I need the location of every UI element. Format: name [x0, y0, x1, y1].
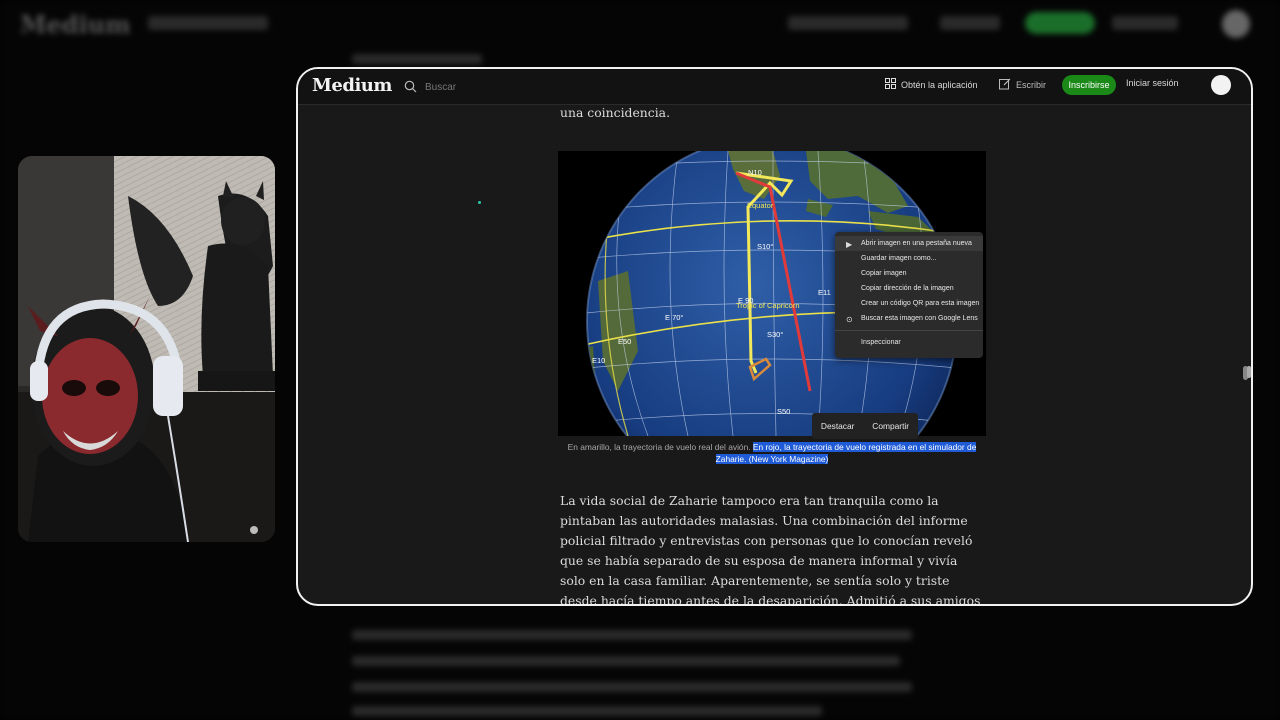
cursor-icon: ▶ [846, 240, 853, 249]
previous-paragraph-line: una coincidencia. [560, 105, 671, 120]
search-input[interactable] [425, 81, 535, 93]
background-search-bar [148, 16, 268, 30]
menu-separator [835, 330, 983, 331]
medium-logo[interactable]: Medium [312, 75, 392, 96]
highlight-button[interactable]: Destacar [821, 421, 855, 431]
background-text-1 [352, 54, 482, 64]
menu-create-qr-code[interactable]: Crear un código QR para esta imagen [835, 296, 983, 311]
label-n10: N10 [748, 168, 762, 177]
webcam-feed [18, 156, 275, 542]
get-app-link[interactable]: Obtén la aplicación [885, 78, 978, 91]
google-lens-icon: ⊙ [846, 315, 853, 324]
article-paragraph: La vida social de Zaharie tampoco era ta… [560, 493, 981, 606]
write-label: Escribir [1016, 80, 1047, 90]
menu-copy-image-address[interactable]: Copiar dirección de la imagen [835, 281, 983, 296]
signup-button[interactable]: Inscribirse [1062, 75, 1116, 95]
webcam-image [18, 156, 275, 542]
get-app-label: Obtén la aplicación [901, 79, 978, 90]
write-link[interactable]: Escribir [999, 78, 1046, 92]
outer-scrollbar[interactable] [1247, 366, 1251, 378]
label-s30: S30° [767, 330, 783, 339]
menu-inspect[interactable]: Inspeccionar [835, 335, 983, 350]
menu-save-image-as[interactable]: Guardar imagen como... [835, 251, 983, 266]
browser-window: Medium Obtén la aplicación Escribir Insc… [296, 67, 1253, 606]
menu-copy-image[interactable]: Copiar imagen [835, 266, 983, 281]
menu-open-image-new-tab-label: Abrir imagen en una pestaña nueva [861, 240, 972, 247]
search-icon[interactable] [404, 78, 417, 97]
figure-caption: En amarillo, la trayectoria de vuelo rea… [558, 441, 986, 465]
background-avatar [1222, 10, 1250, 38]
label-s10: S10° [757, 242, 773, 251]
label-e10: E10 [592, 356, 605, 365]
label-s50: S50 [777, 407, 790, 416]
background-logo: Medium [20, 10, 131, 39]
label-e11: E11 [818, 288, 831, 297]
context-menu: ▶ Abrir imagen en una pestaña nueva Guar… [835, 232, 983, 358]
background-text-5 [352, 706, 822, 716]
background-text-2 [352, 630, 912, 640]
menu-search-google-lens-label: Buscar esta imagen con Google Lens [861, 315, 978, 322]
site-header: Medium Obtén la aplicación Escribir Insc… [298, 69, 1251, 105]
search-box[interactable] [404, 76, 544, 98]
menu-search-google-lens[interactable]: ⊙ Buscar esta imagen con Google Lens [835, 311, 983, 326]
label-tropic: Tropic of Capricorn [736, 301, 800, 310]
background-nav-3 [1112, 16, 1178, 30]
background-text-4 [352, 682, 912, 692]
share-button[interactable]: Compartir [872, 421, 909, 431]
caption-end-highlight: Zaharie. (New York Magazine) [715, 454, 829, 464]
label-e50: E50 [618, 337, 631, 346]
background-signup-pill [1025, 12, 1095, 34]
selection-tooltip: Destacar Compartir [812, 413, 918, 439]
menu-open-image-new-tab[interactable]: ▶ Abrir imagen en una pestaña nueva [835, 236, 983, 251]
label-equator: Equator [747, 201, 774, 210]
signin-link[interactable]: Iniciar sesión [1126, 78, 1179, 88]
app-grid-icon [885, 78, 896, 91]
decorative-dot [478, 201, 481, 204]
caption-plain: En amarillo, la trayectoria de vuelo rea… [567, 442, 753, 452]
caption-highlight: En rojo, la trayectoria de vuelo registr… [752, 442, 977, 452]
background-nav-2 [940, 16, 1000, 30]
avatar[interactable] [1211, 75, 1231, 95]
write-icon [999, 78, 1011, 92]
background-nav-1 [788, 16, 908, 30]
label-e70: E 70° [665, 313, 683, 322]
background-text-3 [352, 656, 900, 666]
article-content: una coincidencia. N10 Equator S10° E 90 … [298, 105, 1251, 604]
